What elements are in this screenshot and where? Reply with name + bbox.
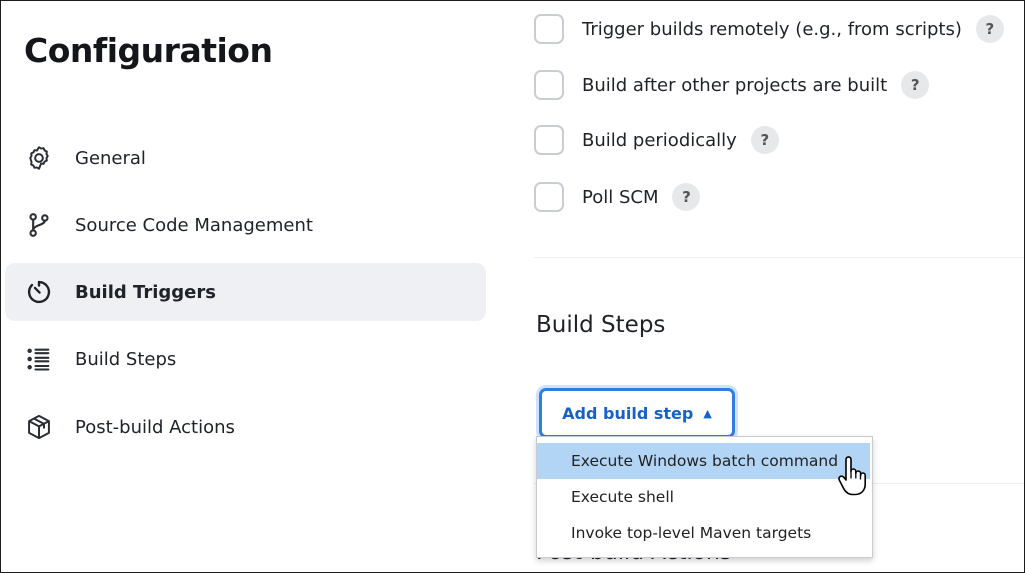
help-icon[interactable]: ? <box>750 126 779 154</box>
sidebar-item-label: Source Code Management <box>75 214 313 236</box>
sidebar-item-build-steps[interactable]: Build Steps <box>5 330 486 388</box>
gear-icon <box>25 144 53 172</box>
sidebar-item-source-code-management[interactable]: Source Code Management <box>5 196 486 254</box>
menu-item-execute-shell[interactable]: Execute shell <box>537 479 870 515</box>
sidebar-item-label: Post-build Actions <box>75 416 235 438</box>
help-icon[interactable]: ? <box>672 183 701 211</box>
sidebar-item-label: Build Triggers <box>75 281 216 303</box>
menu-item-execute-windows-batch[interactable]: Execute Windows batch command <box>537 443 870 479</box>
help-icon[interactable]: ? <box>975 15 1004 43</box>
help-icon[interactable]: ? <box>901 71 930 99</box>
sidebar-item-label: Build Steps <box>75 348 177 370</box>
poll-scm-label: Poll SCM <box>582 186 659 208</box>
hand-cursor-icon <box>837 456 869 498</box>
sidebar-item-build-triggers[interactable]: Build Triggers <box>5 263 486 321</box>
caret-up-icon: ▲ <box>703 406 712 420</box>
package-icon <box>25 413 53 441</box>
sidebar-item-post-build-actions[interactable]: Post-build Actions <box>5 398 486 456</box>
menu-item-label: Execute Windows batch command <box>571 452 839 470</box>
jenkins-config-window: Configuration General Source Code Manage… <box>0 0 1025 573</box>
add-build-step-button[interactable]: Add build step ▲ <box>539 388 735 438</box>
trigger-option-poll-scm: Poll SCM ? <box>534 180 701 214</box>
build-step-menu: Execute Windows batch command Execute sh… <box>536 436 873 558</box>
timer-icon <box>25 278 53 306</box>
poll-scm-checkbox[interactable] <box>534 182 564 212</box>
list-icon <box>25 345 53 373</box>
menu-item-label: Invoke top-level Maven targets <box>571 524 812 542</box>
page-title: Configuration <box>24 31 273 70</box>
sidebar-item-label: General <box>75 147 146 169</box>
menu-item-label: Execute shell <box>571 488 674 506</box>
sidebar-item-general[interactable]: General <box>5 129 486 187</box>
add-build-step-label: Add build step <box>562 403 694 423</box>
menu-item-invoke-maven[interactable]: Invoke top-level Maven targets <box>537 515 870 551</box>
section-divider <box>534 257 1024 258</box>
branch-icon <box>25 211 53 239</box>
trigger-option-remote: Trigger builds remotely (e.g., from scri… <box>534 12 1004 46</box>
build-steps-heading: Build Steps <box>536 312 666 338</box>
trigger-remotely-label: Trigger builds remotely (e.g., from scri… <box>582 18 962 40</box>
build-periodically-label: Build periodically <box>582 129 737 151</box>
build-periodically-checkbox[interactable] <box>534 125 564 155</box>
trigger-remotely-checkbox[interactable] <box>534 14 564 44</box>
trigger-option-periodically: Build periodically ? <box>534 123 779 157</box>
build-after-other-checkbox[interactable] <box>534 70 564 100</box>
trigger-option-after-other: Build after other projects are built ? <box>534 68 930 102</box>
build-after-other-label: Build after other projects are built <box>582 74 888 96</box>
